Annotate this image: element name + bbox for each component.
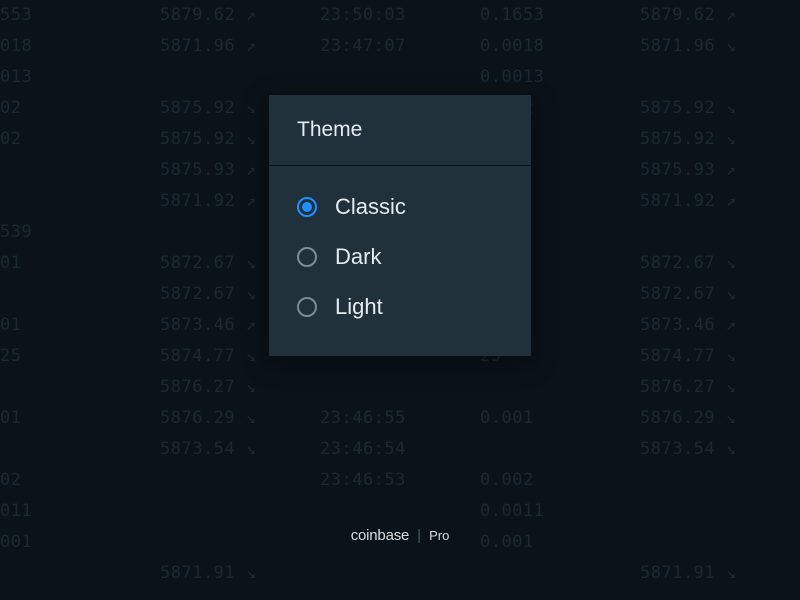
theme-option-light[interactable]: Light <box>297 282 503 332</box>
brand-name: coinbase <box>351 527 409 544</box>
radio-indicator-icon <box>297 247 317 267</box>
theme-option-classic[interactable]: Classic <box>297 182 503 232</box>
radio-indicator-icon <box>297 197 317 217</box>
radio-indicator-icon <box>297 297 317 317</box>
radio-label: Dark <box>335 244 381 270</box>
brand-sub: Pro <box>429 528 449 543</box>
theme-option-dark[interactable]: Dark <box>297 232 503 282</box>
radio-label: Classic <box>335 194 406 220</box>
radio-label: Light <box>335 294 383 320</box>
dialog-backdrop: Theme Classic Dark Light <box>0 0 800 600</box>
brand-footer: coinbase | Pro <box>0 527 800 544</box>
theme-dialog: Theme Classic Dark Light <box>269 95 531 356</box>
dialog-options: Classic Dark Light <box>269 166 531 356</box>
dialog-title: Theme <box>269 95 531 166</box>
brand-separator: | <box>417 527 421 544</box>
